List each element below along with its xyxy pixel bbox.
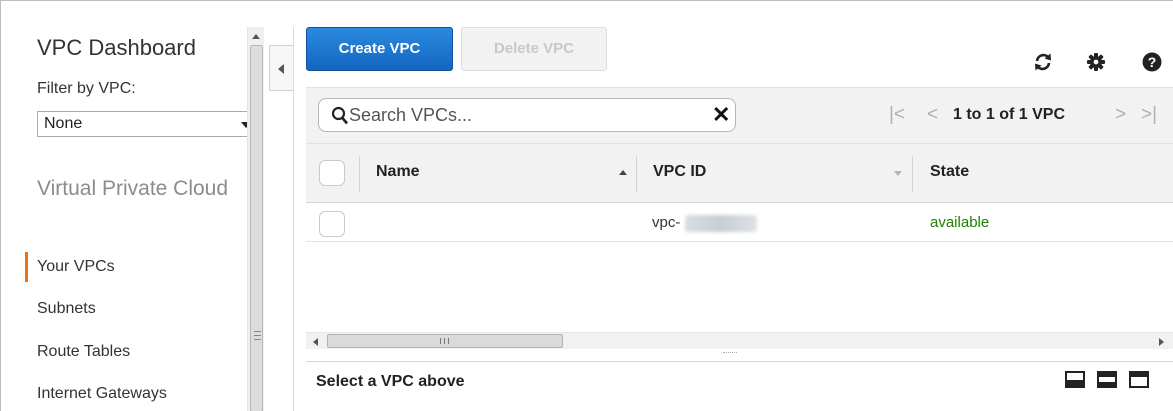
sidebar-item-subnets[interactable]: Subnets (37, 300, 96, 318)
column-separator (636, 156, 637, 192)
row-checkbox[interactable] (319, 211, 345, 237)
scroll-up-arrow-icon[interactable] (252, 34, 260, 39)
sort-ascending-icon[interactable] (619, 170, 627, 175)
help-icon[interactable]: ? (1141, 51, 1163, 73)
cell-state: available (930, 214, 990, 231)
cell-vpc-id: vpc- (652, 214, 681, 231)
sidebar-scrollbar[interactable] (247, 27, 264, 411)
sidebar-section-title: Virtual Private Cloud (37, 177, 229, 200)
search-box[interactable]: ✕ (318, 98, 736, 132)
filter-bar: ✕ |< < 1 to 1 of 1 VPC > >| (306, 87, 1173, 144)
detail-pane-label: Select a VPC above (316, 373, 465, 390)
horizontal-scroll-thumb[interactable] (327, 334, 563, 348)
collapse-sidebar-button[interactable] (269, 45, 293, 91)
column-header-state[interactable]: State (930, 163, 969, 181)
layout-top-pane-icon[interactable] (1129, 371, 1149, 388)
chevron-left-icon (278, 64, 284, 74)
table-header: Name VPC ID State (306, 144, 1173, 203)
filter-select-value: None (44, 115, 83, 132)
column-header-name[interactable]: Name (376, 163, 420, 181)
first-page-icon[interactable]: |< (889, 104, 905, 126)
gear-icon[interactable] (1085, 51, 1107, 73)
sidebar: VPC Dashboard Filter by VPC: None Virtua… (15, 1, 247, 411)
sidebar-item-internet-gateways[interactable]: Internet Gateways (37, 385, 167, 403)
filter-by-vpc-select[interactable]: None (37, 111, 247, 137)
scroll-left-arrow-icon[interactable] (313, 338, 318, 346)
sidebar-scroll-thumb[interactable] (250, 45, 263, 411)
console-frame: VPC Dashboard Filter by VPC: None Virtua… (0, 0, 1173, 411)
split-resize-handle[interactable] (723, 352, 737, 356)
layout-bottom-pane-icon[interactable] (1065, 371, 1085, 388)
active-indicator (25, 252, 28, 282)
search-input[interactable] (349, 104, 689, 126)
pagination-text: 1 to 1 of 1 VPC (953, 106, 1066, 123)
refresh-icon[interactable] (1032, 51, 1054, 73)
sidebar-title[interactable]: VPC Dashboard (37, 35, 196, 61)
create-vpc-button[interactable]: Create VPC (306, 27, 453, 71)
next-page-icon[interactable]: > (1115, 104, 1126, 126)
grip-icon (440, 338, 449, 344)
close-icon[interactable]: ✕ (712, 104, 730, 126)
svg-text:?: ? (1148, 54, 1157, 70)
pagination: |< < 1 to 1 of 1 VPC > >| (889, 104, 1173, 128)
redacted-vpc-id (685, 215, 757, 232)
delete-vpc-button[interactable]: Delete VPC (461, 27, 607, 71)
panel-divider (293, 27, 294, 411)
sidebar-item-your-vpcs[interactable]: Your VPCs (37, 258, 115, 276)
column-separator (912, 156, 913, 192)
search-icon (331, 106, 349, 125)
column-header-vpc-id[interactable]: VPC ID (653, 163, 706, 181)
sort-descending-icon[interactable] (894, 171, 902, 176)
select-all-checkbox[interactable] (319, 160, 345, 186)
layout-split-pane-icon[interactable] (1097, 371, 1117, 388)
grip-icon (254, 331, 261, 340)
column-separator (359, 156, 360, 192)
table-horizontal-scrollbar[interactable] (306, 332, 1173, 349)
filter-by-vpc-label: Filter by VPC: (37, 80, 136, 97)
table-row[interactable]: vpc- available (306, 204, 1173, 242)
previous-page-icon[interactable]: < (927, 104, 938, 126)
detail-pane-bar: Select a VPC above (306, 361, 1173, 411)
sidebar-item-route-tables[interactable]: Route Tables (37, 343, 130, 361)
last-page-icon[interactable]: >| (1141, 104, 1157, 126)
scroll-right-arrow-icon[interactable] (1159, 338, 1164, 346)
